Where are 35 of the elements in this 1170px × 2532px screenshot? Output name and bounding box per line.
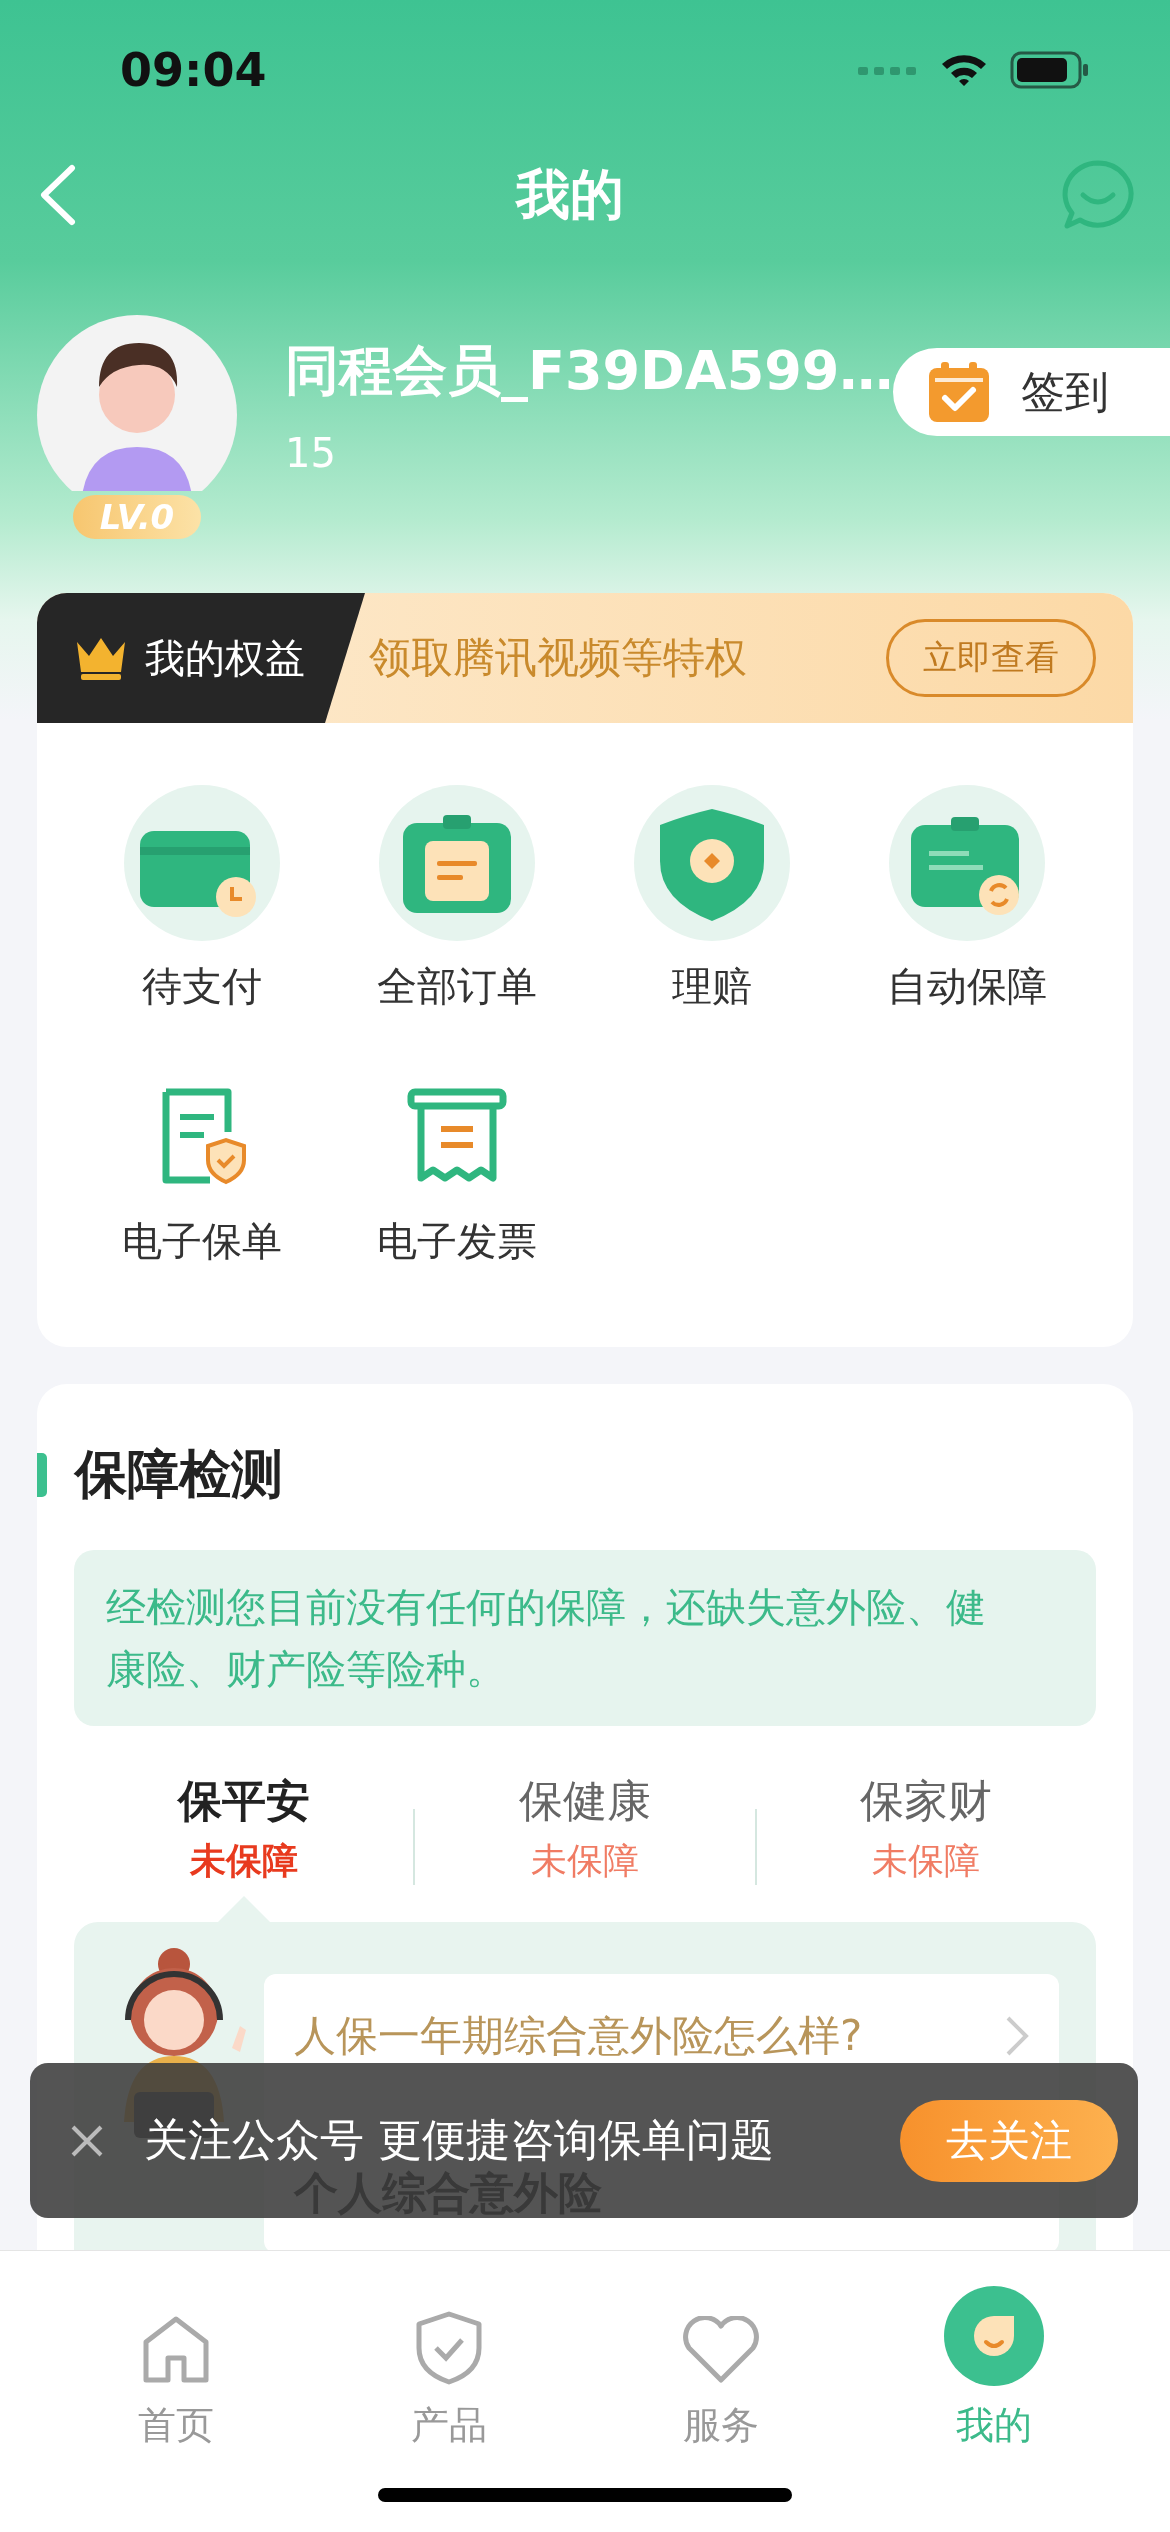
home-icon [141,2314,212,2386]
wallet-icon [123,785,280,941]
section-title: 保障检测 [75,1443,283,1506]
wifi-icon [940,52,988,88]
user-points: 15 [285,430,337,476]
page-title: 我的 [515,161,624,228]
clipboard-icon [378,785,535,941]
calendar-check-icon [927,360,992,424]
coverage-tab[interactable]: 保健康 未保障 [415,1772,755,1922]
level-badge: LV.0 [73,495,201,539]
checkin-button[interactable]: 签到 [893,348,1170,436]
benefits-title: 我的权益 [145,633,305,683]
close-icon[interactable] [70,2123,104,2158]
status-time: 09:04 [120,43,267,97]
service-item[interactable]: 理赔 [584,785,839,1014]
battery-icon [1010,51,1090,89]
coverage-notice: 经检测您目前没有任何的保障，还缺失意外险、健康险、财产险等险种。 [74,1550,1096,1726]
service-item[interactable]: 自动保障 [839,785,1094,1014]
toast-text: 关注公众号 更便捷咨询保单问题 [144,2113,775,2167]
title-accent-bar [37,1453,47,1497]
service-item[interactable]: 电子发票 [329,1058,584,1269]
service-item[interactable]: 全部订单 [329,785,584,1014]
chevron-right-icon [1005,2015,1029,2057]
user-name: 同程会员_F39DA599… [285,338,894,404]
benefits-banner[interactable]: 我的权益 领取腾讯视频等特权 立即查看 [37,593,1133,723]
service-item[interactable]: 待支付 [74,785,329,1014]
smile-drop-icon [943,2286,1044,2386]
service-item[interactable]: 电子保单 [74,1058,329,1269]
heart-icon [681,2316,762,2386]
avatar-icon[interactable] [37,315,237,491]
shield-icon [633,785,790,941]
card-refresh-icon [888,785,1045,941]
benefits-promo: 领取腾讯视频等特权 [368,632,748,684]
benefits-tab[interactable]: 我的权益 [37,593,365,723]
coverage-tab[interactable]: 保家财 未保障 [756,1772,1096,1922]
